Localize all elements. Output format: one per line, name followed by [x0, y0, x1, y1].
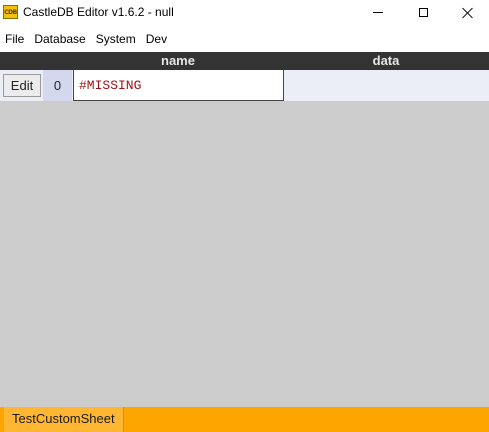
maximize-icon [418, 8, 428, 17]
menu-database[interactable]: Database [29, 25, 90, 52]
menu-system[interactable]: System [91, 25, 141, 52]
edit-row-button[interactable]: Edit [3, 74, 41, 97]
column-header-data[interactable]: data [283, 52, 489, 70]
row-index[interactable]: 0 [43, 70, 72, 101]
name-cell[interactable]: #MISSING [73, 70, 284, 101]
close-icon [462, 7, 474, 19]
minimize-icon [373, 12, 383, 13]
minimize-button[interactable] [355, 0, 401, 25]
castledb-window: CDB CastleDB Editor v1.6.2 - null File D… [0, 0, 489, 432]
sheet-tab-testcustomsheet[interactable]: TestCustomSheet [4, 407, 124, 432]
maximize-button[interactable] [400, 0, 446, 25]
sheet-tab-bar: TestCustomSheet [0, 407, 489, 432]
app-icon-text: CDB [4, 8, 17, 16]
menu-file[interactable]: File [0, 25, 29, 52]
table-header: name data [0, 52, 489, 70]
castledb-logo-icon: CDB [3, 5, 18, 19]
table-row: Edit 0 #MISSING [0, 70, 489, 101]
column-header-name[interactable]: name [73, 52, 283, 70]
close-button[interactable] [445, 0, 489, 25]
title-bar: CDB CastleDB Editor v1.6.2 - null [0, 0, 489, 25]
window-title: CastleDB Editor v1.6.2 - null [23, 5, 174, 19]
menu-dev[interactable]: Dev [141, 25, 172, 52]
menu-bar: File Database System Dev [0, 25, 489, 52]
data-cell[interactable] [284, 70, 489, 101]
name-cell-value: #MISSING [79, 77, 142, 93]
